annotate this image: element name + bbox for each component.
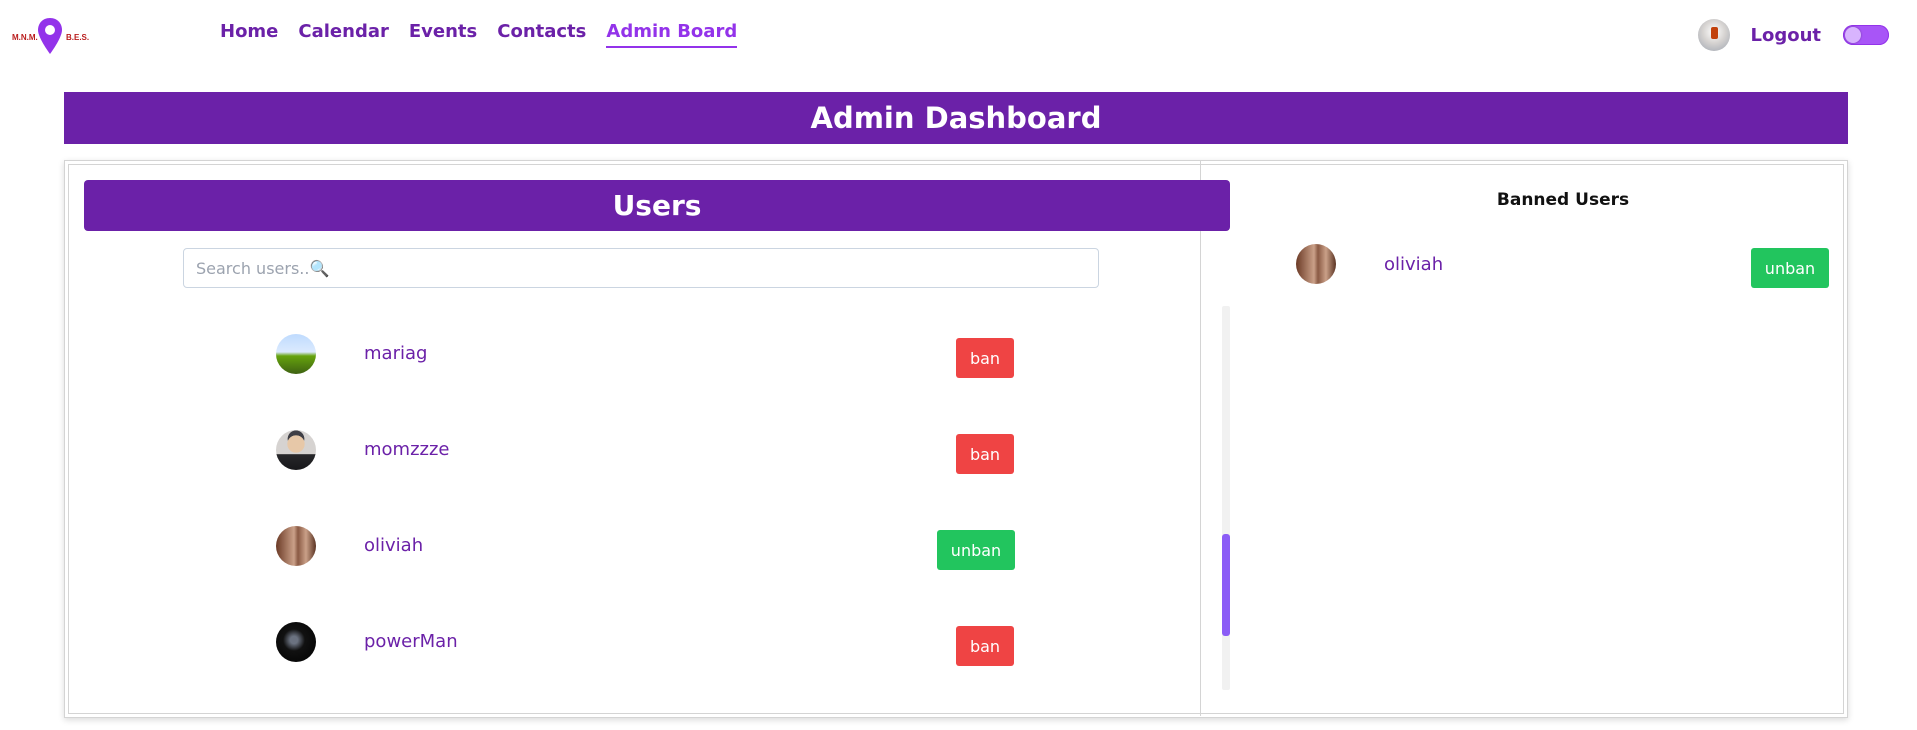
- search-users-input[interactable]: [183, 248, 1099, 288]
- nav-admin-board-link[interactable]: Admin Board: [606, 20, 738, 48]
- ban-button[interactable]: ban: [956, 434, 1014, 474]
- logout-button[interactable]: Logout: [1750, 25, 1821, 46]
- toggle-knob: [1845, 27, 1861, 43]
- user-controls: Logout: [1698, 19, 1889, 51]
- username-label[interactable]: powerMan: [364, 631, 458, 652]
- username-label[interactable]: oliviah: [364, 535, 423, 556]
- banned-username-label[interactable]: oliviah: [1384, 254, 1443, 275]
- nav-calendar-link[interactable]: Calendar: [298, 20, 388, 48]
- dashboard-title: Admin Dashboard: [64, 92, 1848, 144]
- users-scrollbar-thumb[interactable]: [1222, 534, 1230, 636]
- user-avatar: [276, 526, 316, 566]
- user-avatar: [276, 334, 316, 374]
- user-avatar: [276, 430, 316, 470]
- banned-users-title: Banned Users: [1496, 190, 1630, 210]
- user-avatar: [276, 622, 316, 662]
- panel-divider: [1200, 160, 1201, 716]
- nav-events-link[interactable]: Events: [409, 20, 477, 48]
- svg-text:M.N.M.: M.N.M.: [12, 33, 38, 42]
- username-label[interactable]: momzzze: [364, 439, 450, 460]
- username-label[interactable]: mariag: [364, 343, 427, 364]
- nav-home-link[interactable]: Home: [220, 20, 278, 48]
- unban-button[interactable]: unban: [1751, 248, 1829, 288]
- banned-user-avatar: [1296, 244, 1336, 284]
- app-logo[interactable]: M.N.M. B.E.S.: [10, 14, 90, 56]
- ban-button[interactable]: ban: [956, 626, 1014, 666]
- unban-button[interactable]: unban: [937, 530, 1015, 570]
- users-section-title: Users: [84, 180, 1230, 231]
- profile-avatar[interactable]: [1698, 19, 1731, 51]
- theme-toggle[interactable]: [1843, 25, 1889, 45]
- nav-contacts-link[interactable]: Contacts: [497, 20, 586, 48]
- svg-text:B.E.S.: B.E.S.: [66, 33, 89, 42]
- ban-button[interactable]: ban: [956, 338, 1014, 378]
- main-nav: Home Calendar Events Contacts Admin Boar…: [220, 20, 738, 48]
